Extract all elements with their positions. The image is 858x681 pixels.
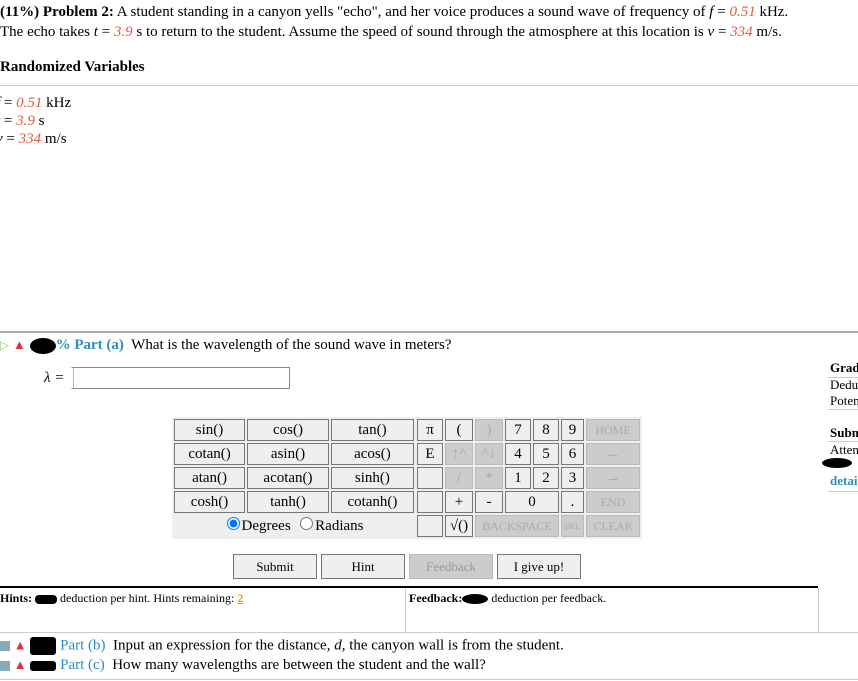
lambda-label: λ = [44, 370, 65, 386]
key-blank [417, 515, 443, 537]
part-c-header[interactable]: ▲ Part (c) How many wavelengths are betw… [0, 657, 486, 674]
key-lparen[interactable]: ( [445, 419, 473, 441]
key-left-arrow: ← [586, 443, 640, 465]
angle-mode: Degrees Radians [174, 515, 414, 537]
redacted-mark [29, 337, 56, 354]
radians-radio[interactable]: Radians [298, 517, 363, 534]
redacted-mark [30, 637, 57, 655]
key-home: HOME [586, 419, 640, 441]
part-b-header[interactable]: ▲ Part (b) Input an expression for the d… [0, 637, 564, 655]
key-4[interactable]: 4 [505, 443, 531, 465]
degrees-radio[interactable]: Degrees [225, 517, 291, 534]
key-7[interactable]: 7 [505, 419, 531, 441]
func-key[interactable]: cotanh() [330, 491, 414, 513]
warning-icon: ▲ [12, 337, 26, 352]
submissions-title: Subm [830, 425, 858, 440]
collapse-icon[interactable] [0, 660, 10, 671]
key-backspace: BACKSPACE [475, 515, 559, 537]
answer-input[interactable] [70, 367, 290, 389]
hints-info: Hints: deduction per hint. Hints remaini… [0, 591, 244, 605]
collapse-icon[interactable] [0, 641, 10, 651]
func-key[interactable]: cosh() [174, 491, 246, 513]
redacted-mark [30, 660, 57, 671]
key-right-arrow: → [586, 467, 640, 489]
give-up-button[interactable]: I give up! [497, 554, 581, 579]
problem-line-2: The echo takes t = 3.9 s to return to th… [0, 24, 782, 40]
key-1[interactable]: 1 [505, 467, 531, 489]
randomized-title: Randomized Variables [0, 59, 145, 75]
func-key[interactable]: acotan() [247, 467, 329, 489]
key-rparen: ) [475, 419, 503, 441]
key-2[interactable]: 2 [532, 467, 559, 489]
key-superscript-down: ^↓ [475, 443, 503, 465]
func-key[interactable]: tanh() [247, 491, 329, 513]
key-blank [417, 467, 443, 489]
key-superscript-up: ↑^ [445, 443, 473, 465]
feedback-button: Feedback [409, 554, 493, 579]
details-link[interactable]: detai [830, 473, 857, 489]
key-pi[interactable]: π [417, 419, 443, 441]
func-key[interactable]: cos() [247, 419, 329, 441]
part-a-header: ▷ ▲ % Part (a) What is the wavelength of… [0, 337, 452, 354]
hints-remaining: 2 [237, 591, 244, 605]
func-key[interactable]: cotan() [174, 443, 246, 465]
submit-button[interactable]: Submit [233, 554, 317, 579]
func-key[interactable]: atan() [174, 467, 246, 489]
key-9[interactable]: 9 [560, 419, 584, 441]
key-dot[interactable]: . [560, 491, 584, 513]
key-5[interactable]: 5 [532, 443, 559, 465]
key-e[interactable]: E [417, 443, 443, 465]
feedback-info: Feedback: deduction per feedback. [409, 591, 607, 605]
deductions-label: Dedu [830, 377, 858, 392]
key-sqrt[interactable]: √() [445, 515, 473, 537]
redacted-mark [822, 458, 852, 468]
func-key[interactable]: sinh() [330, 467, 414, 489]
key-clear: CLEAR [586, 515, 640, 537]
key-end: END [586, 491, 640, 513]
redacted-mark [35, 594, 58, 604]
var-f: f = 0.51 kHz [0, 95, 72, 111]
func-key[interactable]: tan() [330, 419, 414, 441]
key-divide: / [445, 467, 473, 489]
warning-icon: ▲ [13, 657, 27, 672]
attempts-label: Atten [830, 442, 858, 457]
key-multiply: * [475, 467, 503, 489]
grade-summary-title: Grad [830, 360, 858, 375]
potential-label: Poten [830, 393, 858, 408]
func-key[interactable]: acos() [330, 443, 414, 465]
key-minus[interactable]: - [475, 491, 503, 513]
number-keypad: π() 7 8 9 HOME E ↑^ ^↓ 4 5 6 ← / * 1 2 3 → + -0. END √() B… [415, 417, 642, 539]
var-v: v = 334 m/s [0, 131, 67, 147]
hint-button[interactable]: Hint [321, 554, 405, 579]
redacted-mark [462, 594, 489, 605]
key-plus[interactable]: + [445, 491, 473, 513]
key-del: DEL [560, 515, 584, 537]
problem-line-1: (11%) Problem 2: A student standing in a… [0, 4, 789, 20]
var-t: t = 3.9 s [0, 113, 45, 129]
key-0[interactable]: 0 [505, 491, 559, 513]
key-3[interactable]: 3 [560, 467, 584, 489]
key-6[interactable]: 6 [560, 443, 584, 465]
key-8[interactable]: 8 [532, 419, 559, 441]
expand-triangle-icon[interactable]: ▷ [0, 338, 9, 352]
func-key[interactable]: asin() [247, 443, 329, 465]
warning-icon: ▲ [13, 637, 27, 653]
key-blank [417, 491, 443, 513]
function-keypad: sin() cos() tan() cotan() asin() acos() atan()… [172, 417, 416, 539]
func-key[interactable]: sin() [174, 419, 246, 441]
